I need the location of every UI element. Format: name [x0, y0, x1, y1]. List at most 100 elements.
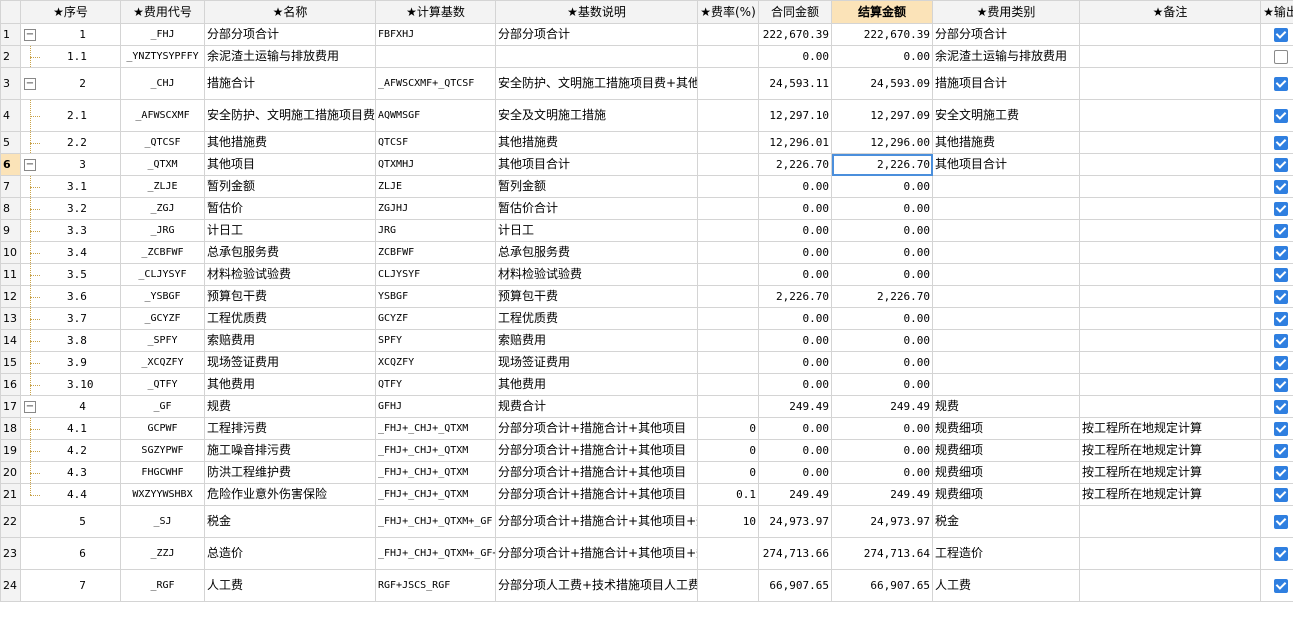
seq-cell[interactable]: 7 [20, 569, 121, 602]
base-desc-cell[interactable]: 其他项目合计 [495, 153, 698, 176]
settle-amount-cell[interactable]: 0.00 [831, 175, 933, 198]
row-number[interactable]: 14 [0, 329, 21, 352]
output-cell[interactable] [1260, 483, 1293, 506]
output-cell[interactable] [1260, 67, 1293, 100]
fee-category-cell[interactable] [932, 329, 1080, 352]
table-row[interactable]: 24 7 _RGF 人工费 RGF+JSCS_RGF 分部分项人工费+技术措施项目人工费 6… [0, 569, 1293, 602]
seq-cell[interactable]: 2.2 [20, 131, 121, 154]
fee-name-cell[interactable]: 总造价 [204, 537, 376, 570]
table-row[interactable]: 13 3.7 _GCYZF 工程优质费 GCYZF 工程优质费 0.00 0.00 [0, 307, 1293, 330]
output-cell[interactable] [1260, 197, 1293, 220]
rate-cell[interactable] [697, 67, 759, 100]
output-cell[interactable] [1260, 153, 1293, 176]
seq-cell[interactable]: −4 [20, 395, 121, 418]
calc-base-cell[interactable]: _FHJ+_CHJ+_QTXM [375, 461, 496, 484]
calc-base-cell[interactable]: YSBGF [375, 285, 496, 308]
contract-amount-cell[interactable]: 12,296.01 [758, 131, 832, 154]
base-desc-cell[interactable]: 索赔费用 [495, 329, 698, 352]
note-cell[interactable] [1079, 263, 1261, 286]
output-checkbox-checked[interactable] [1273, 289, 1288, 304]
output-checkbox-checked[interactable] [1273, 157, 1288, 172]
calc-base-cell[interactable]: JRG [375, 219, 496, 242]
settle-amount-cell[interactable]: 0.00 [831, 197, 933, 220]
fee-name-cell[interactable]: 税金 [204, 505, 376, 538]
base-desc-cell[interactable]: 分部分项合计+措施合计+其他项目 [495, 461, 698, 484]
collapse-toggle-icon[interactable]: − [24, 400, 36, 413]
rate-cell[interactable] [697, 197, 759, 220]
row-number[interactable]: 6 [0, 153, 21, 176]
calc-base-cell[interactable]: ZCBFWF [375, 241, 496, 264]
contract-amount-cell[interactable]: 0.00 [758, 307, 832, 330]
base-desc-cell[interactable]: 计日工 [495, 219, 698, 242]
fee-code-cell[interactable]: _YSBGF [120, 285, 205, 308]
fee-name-cell[interactable]: 余泥渣土运输与排放费用 [204, 45, 376, 68]
table-row[interactable]: 21 4.4 WXZYYWSHBX 危险作业意外伤害保险 _FHJ+_CHJ+_QTXM… [0, 483, 1293, 506]
calc-base-cell[interactable]: GFHJ [375, 395, 496, 418]
calc-base-cell[interactable]: _AFWSCXMF+_QTCSF [375, 67, 496, 100]
calc-base-cell[interactable]: ZGJHJ [375, 197, 496, 220]
output-checkbox-checked[interactable] [1273, 443, 1288, 458]
col-header-output[interactable]: ★输出 [1260, 0, 1293, 24]
fee-name-cell[interactable]: 安全防护、文明施工措施项目费 [204, 99, 376, 132]
rate-cell[interactable] [697, 263, 759, 286]
fee-code-cell[interactable]: _ZZJ [120, 537, 205, 570]
output-checkbox-checked[interactable] [1273, 27, 1288, 42]
fee-name-cell[interactable]: 现场签证费用 [204, 351, 376, 374]
base-desc-cell[interactable]: 分部分项合计+措施合计+其他项目+规费 [495, 505, 698, 538]
note-cell[interactable] [1079, 219, 1261, 242]
table-row[interactable]: 16 3.10 _QTFY 其他费用 QTFY 其他费用 0.00 0.00 [0, 373, 1293, 396]
fee-code-cell[interactable]: GCPWF [120, 417, 205, 440]
settle-amount-cell[interactable]: 274,713.64 [831, 537, 933, 570]
table-row[interactable]: 17−4 _GF 规费 GFHJ 规费合计 249.49 249.49 规费 [0, 395, 1293, 418]
seq-cell[interactable]: 3.4 [20, 241, 121, 264]
row-number[interactable]: 9 [0, 219, 21, 242]
note-cell[interactable] [1079, 395, 1261, 418]
seq-cell[interactable]: 4.2 [20, 439, 121, 462]
row-number[interactable]: 3 [0, 67, 21, 100]
rate-cell[interactable]: 0.1 [697, 483, 759, 506]
note-cell[interactable]: 按工程所在地规定计算 [1079, 417, 1261, 440]
note-cell[interactable] [1079, 99, 1261, 132]
fee-category-cell[interactable]: 人工费 [932, 569, 1080, 602]
contract-amount-cell[interactable]: 274,713.66 [758, 537, 832, 570]
fee-code-cell[interactable]: _SPFY [120, 329, 205, 352]
settle-amount-cell[interactable]: 0.00 [831, 439, 933, 462]
row-number[interactable]: 5 [0, 131, 21, 154]
output-checkbox-checked[interactable] [1273, 399, 1288, 414]
output-checkbox-checked[interactable] [1273, 267, 1288, 282]
calc-base-cell[interactable]: _FHJ+_CHJ+_QTXM [375, 483, 496, 506]
contract-amount-cell[interactable]: 12,297.10 [758, 99, 832, 132]
settle-amount-cell[interactable]: 0.00 [831, 351, 933, 374]
rate-cell[interactable] [697, 373, 759, 396]
fee-code-cell[interactable]: FHGCWHF [120, 461, 205, 484]
fee-code-cell[interactable]: _ZCBFWF [120, 241, 205, 264]
fee-name-cell[interactable]: 规费 [204, 395, 376, 418]
fee-code-cell[interactable]: _QTFY [120, 373, 205, 396]
col-header-base[interactable]: ★计算基数 [375, 0, 496, 24]
note-cell[interactable]: 按工程所在地规定计算 [1079, 483, 1261, 506]
fee-category-cell[interactable]: 规费细项 [932, 461, 1080, 484]
base-desc-cell[interactable]: 分部分项合计 [495, 23, 698, 46]
table-row[interactable]: 23 6 _ZZJ总造价_FHJ+_CHJ+_QTXM+_GF+_SJ分部分项合计+… [0, 537, 1293, 570]
output-cell[interactable] [1260, 241, 1293, 264]
fee-name-cell[interactable]: 其他费用 [204, 373, 376, 396]
fee-code-cell[interactable]: _GF [120, 395, 205, 418]
calc-base-cell[interactable]: QTFY [375, 373, 496, 396]
row-number[interactable]: 22 [0, 505, 21, 538]
fee-category-cell[interactable]: 规费细项 [932, 439, 1080, 462]
fee-category-cell[interactable]: 分部分项合计 [932, 23, 1080, 46]
output-cell[interactable] [1260, 395, 1293, 418]
seq-cell[interactable]: 3.9 [20, 351, 121, 374]
contract-amount-cell[interactable]: 0.00 [758, 461, 832, 484]
fee-code-cell[interactable]: _ZLJE [120, 175, 205, 198]
note-cell[interactable] [1079, 329, 1261, 352]
rate-cell[interactable] [697, 329, 759, 352]
row-number[interactable]: 13 [0, 307, 21, 330]
output-cell[interactable] [1260, 569, 1293, 602]
contract-amount-cell[interactable]: 249.49 [758, 395, 832, 418]
fee-code-cell[interactable]: _ZGJ [120, 197, 205, 220]
calc-base-cell[interactable]: ZLJE [375, 175, 496, 198]
seq-cell[interactable]: 3.3 [20, 219, 121, 242]
fee-category-cell[interactable] [932, 373, 1080, 396]
row-number[interactable]: 19 [0, 439, 21, 462]
